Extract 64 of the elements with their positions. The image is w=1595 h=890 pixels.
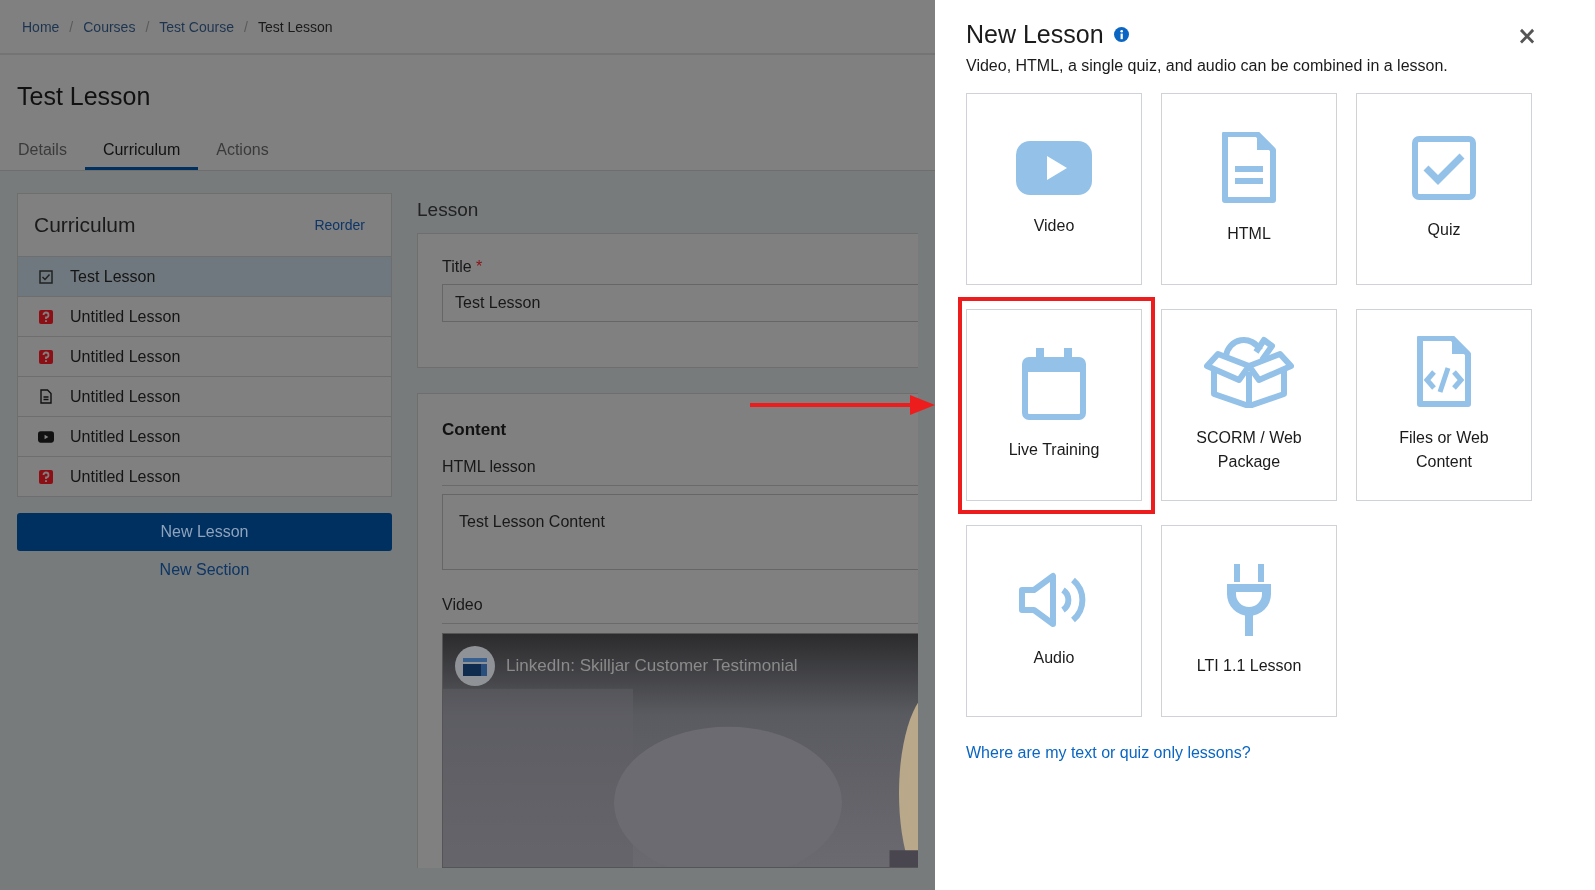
calendar-icon [1022, 348, 1086, 420]
breadcrumb-link[interactable]: Home [22, 18, 60, 35]
lesson-name: Untitled Lesson [70, 467, 181, 486]
checkbox-icon [1412, 136, 1476, 200]
lesson-name: Untitled Lesson [70, 387, 181, 406]
document-icon [40, 389, 52, 404]
video-player[interactable]: LinkedIn: Skilljar Customer Testimonial [442, 633, 918, 868]
breadcrumb-separator: / [145, 18, 150, 35]
play-icon [1015, 140, 1093, 196]
field-label: Video [442, 596, 918, 624]
checkbox-icon [39, 269, 53, 284]
info-icon[interactable] [1113, 27, 1129, 42]
lesson-name: Untitled Lesson [70, 307, 181, 326]
play-icon [38, 430, 54, 443]
code-file-icon [1416, 336, 1472, 408]
html-field[interactable]: Test Lesson Content [442, 494, 918, 570]
curriculum-item[interactable]: Test Lesson [18, 257, 391, 297]
lesson-type-tile[interactable]: LTI 1.1 Lesson [1161, 525, 1337, 717]
panel-title: New Lesson [966, 20, 1104, 49]
new-lesson-button[interactable]: New Lesson [17, 513, 392, 551]
plug-icon [1224, 564, 1274, 636]
page-title: Test Lesson [16, 81, 152, 112]
question-icon [39, 469, 53, 484]
question-icon [39, 309, 53, 324]
breadcrumb-separator: / [69, 18, 74, 35]
help-link[interactable]: Where are my text or quiz only lessons? [966, 744, 1251, 762]
lesson-name: Test Lesson [70, 267, 156, 286]
title-field[interactable]: Test Lesson [442, 284, 918, 322]
required-mark: * [476, 258, 483, 275]
tab[interactable]: Actions [198, 141, 287, 170]
lesson-type-tile[interactable]: Files or Web Content [1356, 309, 1532, 501]
channel-logo-icon [455, 646, 495, 686]
close-button[interactable]: × [1516, 24, 1537, 48]
curriculum-item[interactable]: Untitled Lesson [18, 337, 391, 377]
lesson-type-tile[interactable]: Video [966, 93, 1142, 285]
card-title: Content [442, 420, 507, 440]
breadcrumb-link[interactable]: Test Lesson [257, 18, 333, 35]
open-box-icon [1204, 336, 1294, 408]
tab[interactable]: Details [0, 141, 85, 170]
curriculum-item[interactable]: Untitled Lesson [18, 377, 391, 417]
breadcrumb-separator: / [244, 18, 248, 35]
lesson-type-tile[interactable]: SCORM / Web Package [1161, 309, 1337, 501]
document-icon [1221, 132, 1277, 204]
lesson-type-tile[interactable]: Audio [966, 525, 1142, 717]
curriculum-item[interactable]: Untitled Lesson [18, 457, 391, 496]
reorder-link[interactable]: Reorder [314, 217, 365, 233]
section-heading: Lesson [417, 199, 480, 221]
question-icon [39, 349, 53, 364]
lesson-type-tile[interactable]: Live Training [966, 309, 1142, 501]
lesson-type-tile[interactable]: HTML [1161, 93, 1337, 285]
video-title[interactable]: LinkedIn: Skilljar Customer Testimonial [506, 656, 798, 676]
lesson-name: Untitled Lesson [70, 347, 181, 366]
curriculum-item[interactable]: Untitled Lesson [18, 297, 391, 337]
lesson-name: Untitled Lesson [70, 427, 181, 446]
new-section-link[interactable]: New Section [159, 561, 250, 579]
field-label: Title [442, 258, 472, 275]
card-title: Curriculum [34, 213, 136, 237]
breadcrumb-link[interactable]: Test Course [159, 18, 234, 35]
breadcrumb-link[interactable]: Courses [83, 18, 136, 35]
field-label: HTML lesson [442, 458, 918, 486]
panel-subtitle: Video, HTML, a single quiz, and audio can be combined in a lesson. [966, 57, 1449, 75]
lesson-type-tile[interactable]: Quiz [1356, 93, 1532, 285]
curriculum-item[interactable]: Untitled Lesson [18, 417, 391, 457]
tab[interactable]: Curriculum [84, 141, 199, 170]
